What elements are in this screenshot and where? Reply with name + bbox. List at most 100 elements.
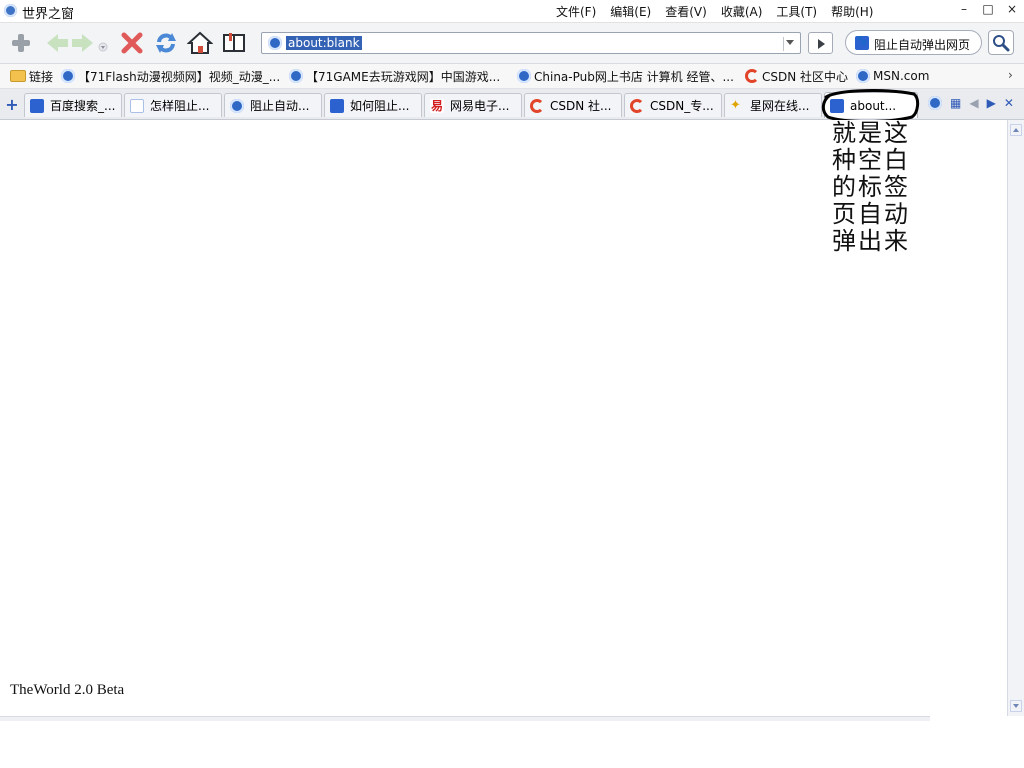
search-icon — [993, 35, 1010, 52]
tab-label: CSDN_专... — [650, 99, 714, 113]
menu-help[interactable]: 帮助(H) — [831, 3, 873, 20]
address-dropdown-icon[interactable] — [786, 40, 794, 45]
tab-label: CSDN 社... — [550, 99, 612, 113]
ie-page-icon — [268, 36, 282, 50]
link-csdn[interactable]: CSDN 社区中心 — [745, 68, 848, 84]
tab-csdn-special[interactable]: CSDN_专... — [624, 93, 722, 117]
tab-baidu-search[interactable]: 百度搜索_... — [24, 93, 122, 117]
link-label: 链接 — [29, 69, 54, 84]
tab-how-block[interactable]: 如何阻止... — [324, 93, 422, 117]
address-bar[interactable]: about:blank — [261, 32, 801, 54]
popup-blocker-label: 阻止自动弹出网页 — [874, 38, 971, 52]
add-icon — [12, 34, 30, 52]
tab-csdn-community[interactable]: CSDN 社... — [524, 93, 622, 117]
tab-xingwang[interactable]: 星网在线... — [724, 93, 822, 117]
tab-label: 百度搜索_... — [50, 99, 116, 113]
chevron-down-icon — [98, 42, 108, 52]
navigation-toolbar: about:blank 阻止自动弹出网页 — [0, 23, 1024, 64]
stop-x-icon — [121, 32, 143, 54]
csdn-icon — [630, 98, 644, 113]
tab-scroll-right-icon[interactable]: ▶ — [987, 96, 996, 110]
maximize-button[interactable]: □ — [982, 2, 994, 16]
ie-icon — [61, 69, 75, 83]
tab-about-blank[interactable]: about... — [824, 92, 918, 118]
tab-label: 如何阻止... — [350, 99, 410, 113]
ie-icon — [289, 69, 303, 83]
links-bar: 链接 【71Flash动漫视频网】视频_动漫_... 【71GAME去玩游戏网】… — [0, 64, 1024, 89]
menu-edit[interactable]: 编辑(E) — [610, 3, 651, 20]
tab-scroll-left-icon[interactable]: ◀ — [969, 96, 978, 110]
tab-label: 星网在线... — [750, 99, 810, 113]
star-icon — [730, 99, 744, 113]
window-title: 世界之窗 — [22, 7, 75, 22]
ie-icon — [230, 98, 244, 113]
baidu-zhidao-icon — [130, 98, 144, 113]
tab-block-auto[interactable]: 阻止自动... — [224, 93, 322, 117]
tab-netease[interactable]: 易 网易电子... — [424, 93, 522, 117]
tab-label: about... — [850, 98, 897, 113]
link-71game[interactable]: 【71GAME去玩游戏网】中国游戏... — [289, 68, 500, 84]
back-button[interactable] — [44, 30, 70, 56]
window-controls: – □ × — [958, 2, 1018, 16]
baidu-paw-icon — [855, 36, 869, 50]
tab-grid-icon[interactable]: ▦ — [950, 96, 961, 110]
popup-blocker-button[interactable]: 阻止自动弹出网页 — [845, 30, 982, 55]
forward-arrow-icon — [72, 34, 93, 52]
link-label: 【71Flash动漫视频网】视频_动漫_... — [78, 69, 281, 84]
baidu-paw-icon — [30, 98, 44, 113]
version-text: TheWorld 2.0 Beta — [10, 682, 125, 698]
close-tab-icon[interactable]: ✕ — [1004, 96, 1014, 110]
home-icon — [187, 31, 213, 54]
close-window-button[interactable]: × — [1006, 2, 1018, 16]
title-bar: 世界之窗 文件(F) 编辑(E) 查看(V) 收藏(A) 工具(T) 帮助(H)… — [0, 0, 1024, 23]
link-china-pub[interactable]: China-Pub网上书店 计算机 经管、... — [517, 68, 734, 84]
csdn-icon — [745, 69, 759, 83]
menu-favorites[interactable]: 收藏(A) — [721, 3, 763, 20]
menu-bar: 文件(F) 编辑(E) 查看(V) 收藏(A) 工具(T) 帮助(H) — [556, 3, 873, 20]
link-label: CSDN 社区中心 — [762, 69, 849, 84]
home-button[interactable] — [187, 30, 213, 56]
ie-icon — [517, 69, 531, 83]
tab-label: 网易电子... — [450, 99, 510, 113]
menu-file[interactable]: 文件(F) — [556, 3, 596, 20]
forward-button[interactable] — [70, 30, 96, 56]
go-button[interactable] — [808, 32, 833, 54]
link-label: MSN.com — [873, 69, 930, 83]
folder-icon — [10, 70, 26, 82]
browser-logo-icon — [4, 4, 17, 17]
vertical-scrollbar[interactable] — [1007, 120, 1024, 716]
link-msn[interactable]: MSN.com — [856, 68, 929, 84]
links-folder[interactable]: 链接 — [10, 68, 53, 84]
tab-bar: + 百度搜索_... 怎样阻止... 阻止自动... 如何阻止... 易 网易电… — [0, 89, 1024, 120]
tab-label: 怎样阻止... — [150, 99, 210, 113]
link-71flash[interactable]: 【71Flash动漫视频网】视频_动漫_... — [61, 68, 280, 84]
tab-label: 阻止自动... — [250, 99, 310, 113]
links-more-chevron-icon[interactable]: › — [1008, 68, 1018, 84]
stop-button[interactable] — [119, 30, 145, 56]
menu-tools[interactable]: 工具(T) — [776, 3, 817, 20]
search-button[interactable] — [988, 30, 1014, 55]
refresh-button[interactable] — [153, 30, 179, 56]
link-label: China-Pub网上书店 计算机 经管、... — [534, 69, 734, 84]
menu-view[interactable]: 查看(V) — [665, 3, 707, 20]
minimize-button[interactable]: – — [958, 2, 970, 16]
ie-icon[interactable] — [928, 96, 942, 110]
annotation-line: 就是这 — [832, 119, 910, 147]
back-arrow-icon — [47, 34, 68, 52]
annotation-line: 的标签 — [832, 173, 910, 201]
scroll-up-icon[interactable] — [1010, 124, 1022, 136]
book-icon — [223, 33, 245, 52]
tab-how-to-block[interactable]: 怎样阻止... — [124, 93, 222, 117]
history-dropdown-button[interactable] — [96, 30, 110, 56]
annotation-line: 弹出来 — [832, 227, 910, 255]
address-input[interactable]: about:blank — [286, 36, 362, 50]
new-tab-plus-icon[interactable]: + — [3, 96, 21, 114]
scroll-down-icon[interactable] — [1010, 700, 1022, 712]
favorites-button[interactable] — [221, 30, 247, 56]
tab-controls: ▦ ◀ ▶ ✕ — [928, 96, 1014, 110]
new-window-button[interactable] — [8, 30, 34, 56]
ie-icon — [856, 69, 870, 83]
netease-icon: 易 — [430, 98, 444, 113]
csdn-icon — [530, 98, 544, 113]
handwritten-annotation: 就是这 种空白 的标签 页自动 弹出来 — [832, 120, 922, 255]
